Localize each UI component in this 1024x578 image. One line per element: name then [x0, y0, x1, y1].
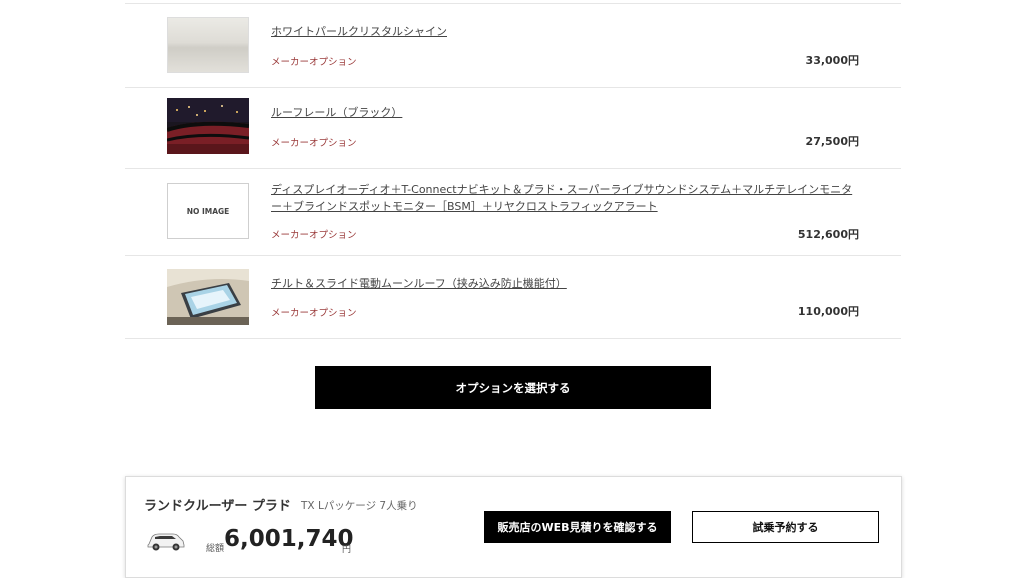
roof-rail-photo: [167, 98, 249, 154]
option-row: ルーフレール（ブラック） メーカーオプション 27,500円: [125, 85, 901, 169]
option-name-link[interactable]: チルト＆スライド電動ムーンルーフ（挟み込み防止機能付）: [271, 275, 861, 292]
option-price: 110,000円: [797, 305, 859, 318]
summary-bar: ランドクルーザー プラド TX Lパッケージ 7人乗り 総額 6,001,740…: [125, 476, 902, 578]
white-pearl-swatch: [167, 17, 249, 73]
no-image-placeholder: NO IMAGE: [167, 183, 249, 239]
option-row: NO IMAGE ディスプレイオーディオ＋T-Connectナビキット＆プラド・…: [125, 169, 901, 256]
currency-label: 円: [342, 545, 352, 555]
test-drive-button[interactable]: 試乗予約する: [692, 511, 879, 543]
option-tag: メーカーオプション: [271, 138, 357, 149]
option-tag: メーカーオプション: [271, 57, 357, 68]
web-estimate-button[interactable]: 販売店のWEB見積りを確認する: [484, 511, 671, 543]
total-label: 総額: [206, 544, 225, 554]
option-tag: メーカーオプション: [271, 230, 357, 241]
model-name: ランドクルーザー プラド: [144, 499, 291, 514]
grade-name: TX Lパッケージ 7人乗り: [301, 500, 418, 512]
select-options-button[interactable]: オプションを選択する: [315, 366, 711, 409]
option-name-link[interactable]: ホワイトパールクリスタルシャイン: [271, 23, 861, 40]
option-price: 27,500円: [805, 135, 859, 148]
total-price: 6,001,740: [224, 526, 354, 552]
option-name-link[interactable]: ディスプレイオーディオ＋T-Connectナビキット＆プラド・スーパーライブサウ…: [271, 181, 861, 215]
option-price: 512,600円: [797, 228, 859, 241]
option-tag: メーカーオプション: [271, 308, 357, 319]
moonroof-photo: [167, 269, 249, 325]
option-list: ホワイトパールクリスタルシャイン メーカーオプション 33,000円 ルーフレー…: [125, 0, 901, 339]
option-name-link[interactable]: ルーフレール（ブラック）: [271, 104, 861, 121]
option-price: 33,000円: [805, 54, 859, 67]
car-icon: [146, 529, 186, 553]
option-row: チルト＆スライド電動ムーンルーフ（挟み込み防止機能付） メーカーオプション 11…: [125, 256, 901, 339]
option-row: ホワイトパールクリスタルシャイン メーカーオプション 33,000円: [125, 3, 901, 88]
